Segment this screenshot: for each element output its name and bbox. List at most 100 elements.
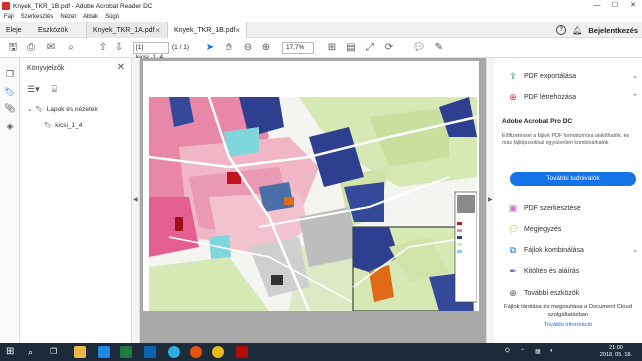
highlight-pen-icon[interactable]: ✎	[432, 41, 446, 55]
tool-more-tools[interactable]: ⊕ További eszközök	[508, 288, 579, 298]
tool-label: Megjegyzés	[524, 225, 562, 233]
chrome-icon[interactable]	[212, 346, 224, 358]
tool-label: További eszközök	[524, 289, 580, 297]
tab-home-label: Eleje	[6, 26, 22, 34]
close-tab-icon[interactable]: ×	[235, 26, 240, 35]
right-pane-splitter[interactable]: ▶	[486, 58, 494, 343]
chevron-down-icon[interactable]: ⌄	[632, 72, 638, 80]
previous-page-icon[interactable]: ⇧	[96, 41, 110, 55]
promo-title: Adobe Acrobat Pro DC	[502, 118, 573, 125]
rotate-icon[interactable]: ⟳	[382, 41, 396, 55]
menu-bar: Fájl Szerkesztés Nézet Ablak Súgó	[0, 12, 642, 22]
email-icon[interactable]: ✉	[44, 41, 58, 55]
mail-icon[interactable]	[98, 346, 110, 358]
maximize-button[interactable]: ☐	[606, 0, 624, 12]
bookmark-item[interactable]: 🔖︎ kicsi_1_4	[44, 121, 83, 130]
attachment-icon[interactable]: 📎︎	[4, 102, 16, 114]
new-bookmark-icon[interactable]: ⌸	[52, 84, 57, 95]
outlook-icon[interactable]	[144, 346, 156, 358]
collapse-left-icon[interactable]: ◀	[133, 196, 138, 203]
page-number-field[interactable]: [1] kicsi_1_4	[133, 42, 169, 61]
network-icon[interactable]: ▦	[535, 348, 541, 355]
tool-edit-pdf[interactable]: ▣ PDF szerkesztése	[508, 203, 581, 213]
window-title: Knyek_TKR_1B.pdf - Adobe Acrobat Reader …	[13, 2, 153, 10]
left-pane-splitter[interactable]: ◀	[132, 58, 140, 343]
zoom-level-field[interactable]: 17,7%	[282, 42, 314, 54]
print-icon[interactable]: ⎙	[24, 41, 38, 55]
tab-doc-1a-label: Knyek_TKR_1A.pdf	[93, 26, 155, 34]
page-thumbnails-icon[interactable]: ❐	[4, 68, 16, 80]
menu-window[interactable]: Ablak	[83, 14, 98, 20]
menu-file[interactable]: Fájl	[4, 14, 14, 20]
hand-tool-icon[interactable]: ✋︎	[222, 41, 236, 55]
page-display-icon[interactable]: ▤	[344, 41, 358, 55]
menu-edit[interactable]: Szerkesztés	[21, 14, 54, 20]
zoom-out-icon[interactable]: ⊖	[241, 41, 255, 55]
next-page-icon[interactable]: ⇩	[112, 41, 126, 55]
promo-card: Adobe Acrobat Pro DC Előfizetéssel a fáj…	[502, 118, 636, 190]
tab-tools[interactable]: Eszközök	[32, 22, 82, 38]
bookmarks-panel: Könyvjelzők ✕ ☰▾ ⌸ ⌄ 🔖︎ Lapok és nézetek…	[20, 58, 132, 343]
volume-icon[interactable]: 🔈︎	[550, 348, 554, 355]
tool-label: Fájlok kombinálása	[524, 246, 584, 254]
tool-create-pdf[interactable]: ⊕ PDF létrehozása	[508, 92, 576, 102]
search-icon[interactable]: ⌕	[28, 346, 40, 358]
people-icon[interactable]: ⛭	[505, 348, 510, 355]
help-icon[interactable]: ?	[556, 25, 567, 35]
full-screen-icon[interactable]: ⤢	[363, 41, 377, 55]
bookmark-icon[interactable]: 🔖︎	[4, 86, 16, 98]
minimize-button[interactable]: —	[588, 0, 606, 12]
chevron-down-icon[interactable]: ⌄	[27, 105, 32, 113]
tab-doc-1b[interactable]: Knyek_TKR_1B.pdf ×	[167, 22, 247, 38]
edge-browser-icon[interactable]	[168, 346, 180, 358]
sign-in-button[interactable]: Bejelentkezés	[588, 26, 638, 35]
acrobat-taskbar-icon[interactable]	[236, 346, 248, 358]
create-pdf-icon: ⊕	[509, 92, 517, 102]
menu-help[interactable]: Súgó	[105, 14, 119, 20]
bell-icon[interactable]: 🔔︎	[572, 26, 582, 35]
search-icon[interactable]: ⌕	[64, 41, 78, 55]
select-cursor-icon[interactable]: ➤	[203, 41, 217, 55]
tool-label: Kitöltés és aláírás	[524, 267, 580, 275]
firefox-icon[interactable]	[190, 346, 202, 358]
layers-icon[interactable]: ◈	[4, 120, 16, 132]
clock-time: 21:00	[609, 345, 623, 351]
close-tab-icon[interactable]: ×	[155, 26, 160, 35]
tool-fill-sign[interactable]: ✒ Kitöltés és aláírás	[508, 266, 579, 276]
zoning-map	[149, 97, 477, 311]
toolbar: 🖫︎ ⎙ ✉ ⌕ ⇧ ⇩ [1] kicsi_1_4 (1 / 1) ➤ ✋︎ …	[0, 38, 642, 61]
bookmark-options-icon[interactable]: ☰▾	[27, 84, 40, 95]
close-icon[interactable]: ✕	[117, 62, 125, 73]
title-bar: Knyek_TKR_1B.pdf - Adobe Acrobat Reader …	[0, 0, 642, 12]
task-view-icon[interactable]: ❐	[50, 346, 62, 358]
cloud-text: Fájlok tárolása és megosztása a Document…	[504, 304, 632, 318]
tab-home[interactable]: Eleje	[0, 22, 32, 38]
tool-export-pdf[interactable]: ⇪ PDF exportálása	[508, 71, 576, 81]
tool-label: PDF szerkesztése	[524, 204, 581, 212]
taskbar-clock[interactable]: 21:00 2018. 05. 18.	[600, 345, 632, 359]
clock-date: 2018. 05. 18.	[599, 352, 632, 358]
bookmark-label: kicsi_1_4	[55, 121, 83, 129]
windows-start-icon[interactable]: ⊞	[6, 346, 18, 358]
bookmark-item[interactable]: ⌄ 🔖︎ Lapok és nézetek	[27, 105, 98, 114]
menu-view[interactable]: Nézet	[60, 14, 76, 20]
excel-icon[interactable]	[120, 346, 132, 358]
tray-chevron-icon[interactable]: ⌃	[520, 348, 525, 355]
learn-more-button[interactable]: További tudnivalók	[510, 172, 636, 186]
tool-comment[interactable]: 💬︎ Megjegyzés	[508, 224, 561, 234]
tool-combine-files[interactable]: ⧉ Fájlok kombinálása	[508, 245, 584, 255]
file-explorer-icon[interactable]	[74, 346, 86, 358]
more-info-link[interactable]: További információ	[500, 322, 636, 330]
chevron-up-icon[interactable]: ⌃	[632, 93, 638, 101]
fit-page-icon[interactable]: ⊞	[325, 41, 339, 55]
save-icon[interactable]: 🖫︎	[6, 41, 20, 55]
close-window-button[interactable]: ✕	[624, 0, 642, 12]
comment-icon[interactable]: 💬︎	[412, 41, 426, 55]
document-view[interactable]	[140, 58, 486, 343]
zoom-in-icon[interactable]: ⊕	[259, 41, 273, 55]
chevron-down-icon[interactable]: ⌄	[632, 246, 638, 254]
pdf-page	[143, 61, 479, 311]
tab-doc-1a[interactable]: Knyek_TKR_1A.pdf ×	[86, 22, 166, 38]
bookmark-icon: 🔖︎	[35, 106, 44, 113]
collapse-right-icon[interactable]: ▶	[488, 196, 493, 203]
